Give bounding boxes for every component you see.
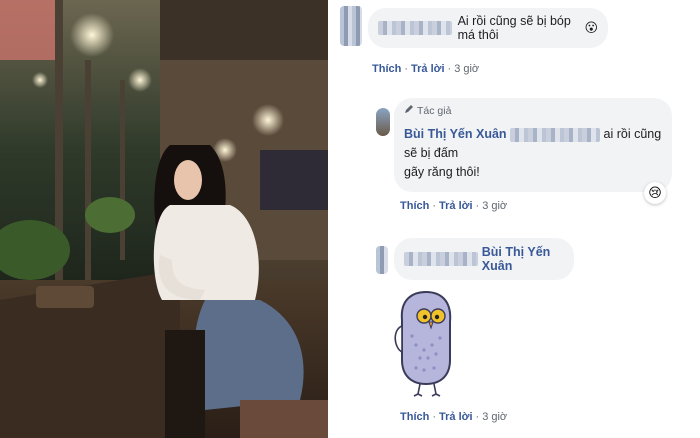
cafe-photo — [0, 0, 328, 438]
timestamp: 3 giờ — [454, 63, 480, 75]
comment-actions-1: Thích · Trả lời · 3 giờ — [372, 63, 480, 75]
commenter-avatar[interactable] — [376, 246, 388, 274]
surprised-emoji-icon: 😮 — [584, 20, 598, 35]
blurred-name — [378, 21, 452, 35]
reply-link[interactable]: Trả lời — [439, 200, 473, 212]
commenter-avatar[interactable] — [340, 6, 362, 46]
mention-link[interactable]: Bùi Thị Yến Xuân — [482, 245, 564, 273]
sad-emoji-icon: 😢 — [648, 185, 662, 200]
timestamp: 3 giờ — [482, 200, 508, 212]
reply-link[interactable]: Trả lời — [439, 411, 473, 423]
comment-bubble-3: Bùi Thị Yến Xuân — [394, 238, 574, 280]
author-avatar[interactable] — [376, 108, 390, 136]
like-link[interactable]: Thích — [400, 411, 429, 423]
author-tag: Tác giả — [404, 104, 662, 117]
pencil-icon — [404, 104, 414, 117]
comment-text-line2: gãy răng thôi! — [404, 165, 480, 179]
comment-bubble-2: Tác giả Bùi Thị Yến Xuân ai rồi cũng sẽ … — [394, 98, 672, 192]
blurred-name — [510, 127, 601, 142]
like-link[interactable]: Thích — [400, 200, 429, 212]
comment-text: Ai rồi cũng sẽ bị bóp má thôi — [457, 14, 571, 42]
reply-link[interactable]: Trả lời — [411, 63, 445, 75]
reaction-badge[interactable]: 😢 — [644, 182, 666, 204]
author-tag-label: Tác giả — [417, 104, 452, 117]
comment-actions-2: Thích · Trả lời · 3 giờ — [400, 200, 508, 212]
blurred-name — [404, 252, 478, 266]
comment-thread: Ai rồi cũng sẽ bị bóp má thôi 😮 Thích · Tr… — [332, 0, 700, 438]
like-link[interactable]: Thích — [372, 63, 401, 75]
owl-sticker-icon — [394, 290, 456, 398]
comment-actions-3: Thích · Trả lời · 3 giờ — [400, 411, 508, 423]
timestamp: 3 giờ — [482, 411, 508, 423]
author-name-link[interactable]: Bùi Thị Yến Xuân — [404, 127, 507, 141]
comment-bubble-1: Ai rồi cũng sẽ bị bóp má thôi 😮 — [368, 8, 608, 48]
